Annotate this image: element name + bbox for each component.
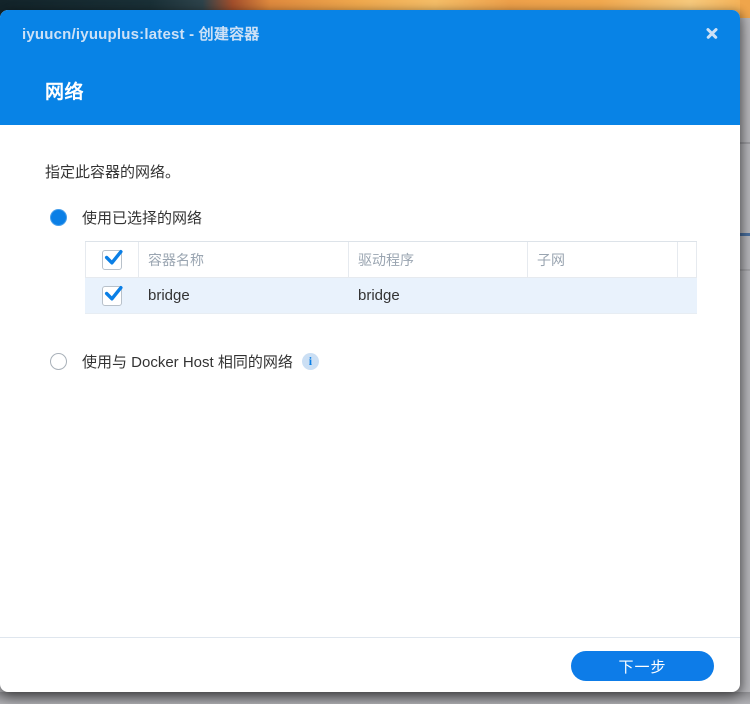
table-header-checkbox-cell [85, 242, 138, 277]
row-checkbox[interactable] [101, 285, 123, 306]
desktop-screen: iyuucn/iyuuplus:latest - 创建容器 网络 指定此容器的网… [0, 0, 750, 704]
footer-divider [0, 637, 740, 638]
next-step-button[interactable]: 下一步 [571, 651, 714, 681]
radio-unselected-icon[interactable] [50, 353, 67, 370]
select-all-checkbox[interactable] [102, 249, 123, 270]
checkmark-icon [104, 285, 123, 300]
info-icon[interactable]: i [301, 353, 319, 370]
cell-spacer [677, 278, 697, 313]
desktop-background-bottom [0, 692, 750, 704]
close-icon[interactable] [704, 25, 720, 41]
table-row-bridge[interactable]: bridge bridge [85, 278, 697, 314]
create-container-dialog: iyuucn/iyuuplus:latest - 创建容器 网络 指定此容器的网… [0, 10, 740, 692]
column-header-spacer [677, 242, 697, 277]
checkmark-icon [104, 249, 123, 264]
radio-option-selected-networks[interactable]: 使用已选择的网络 [50, 207, 202, 228]
desktop-background-right [740, 0, 750, 704]
dialog-header: iyuucn/iyuuplus:latest - 创建容器 网络 [0, 10, 740, 125]
radio-selected-icon[interactable] [50, 209, 67, 226]
radio-option-docker-host-network[interactable]: 使用与 Docker Host 相同的网络 i [50, 351, 319, 372]
step-title: 网络 [45, 82, 85, 103]
radio-option-label: 使用已选择的网络 [82, 210, 203, 227]
instruction-text: 指定此容器的网络。 [45, 164, 181, 181]
table-header-row: 容器名称 驱动程序 子网 [85, 241, 697, 278]
cell-subnet [527, 278, 677, 313]
dialog-title: iyuucn/iyuuplus:latest - 创建容器 [22, 26, 260, 43]
column-header-container-name[interactable]: 容器名称 [138, 242, 348, 277]
cell-container-name: bridge [148, 287, 190, 304]
cell-driver: bridge [358, 287, 400, 304]
network-table: 容器名称 驱动程序 子网 bridge bridge [85, 241, 697, 314]
column-header-driver[interactable]: 驱动程序 [348, 242, 527, 277]
row-checkbox-cell [85, 278, 138, 313]
table-body: bridge bridge [85, 278, 697, 314]
column-header-subnet[interactable]: 子网 [527, 242, 677, 277]
radio-option-label: 使用与 Docker Host 相同的网络 [82, 354, 293, 371]
